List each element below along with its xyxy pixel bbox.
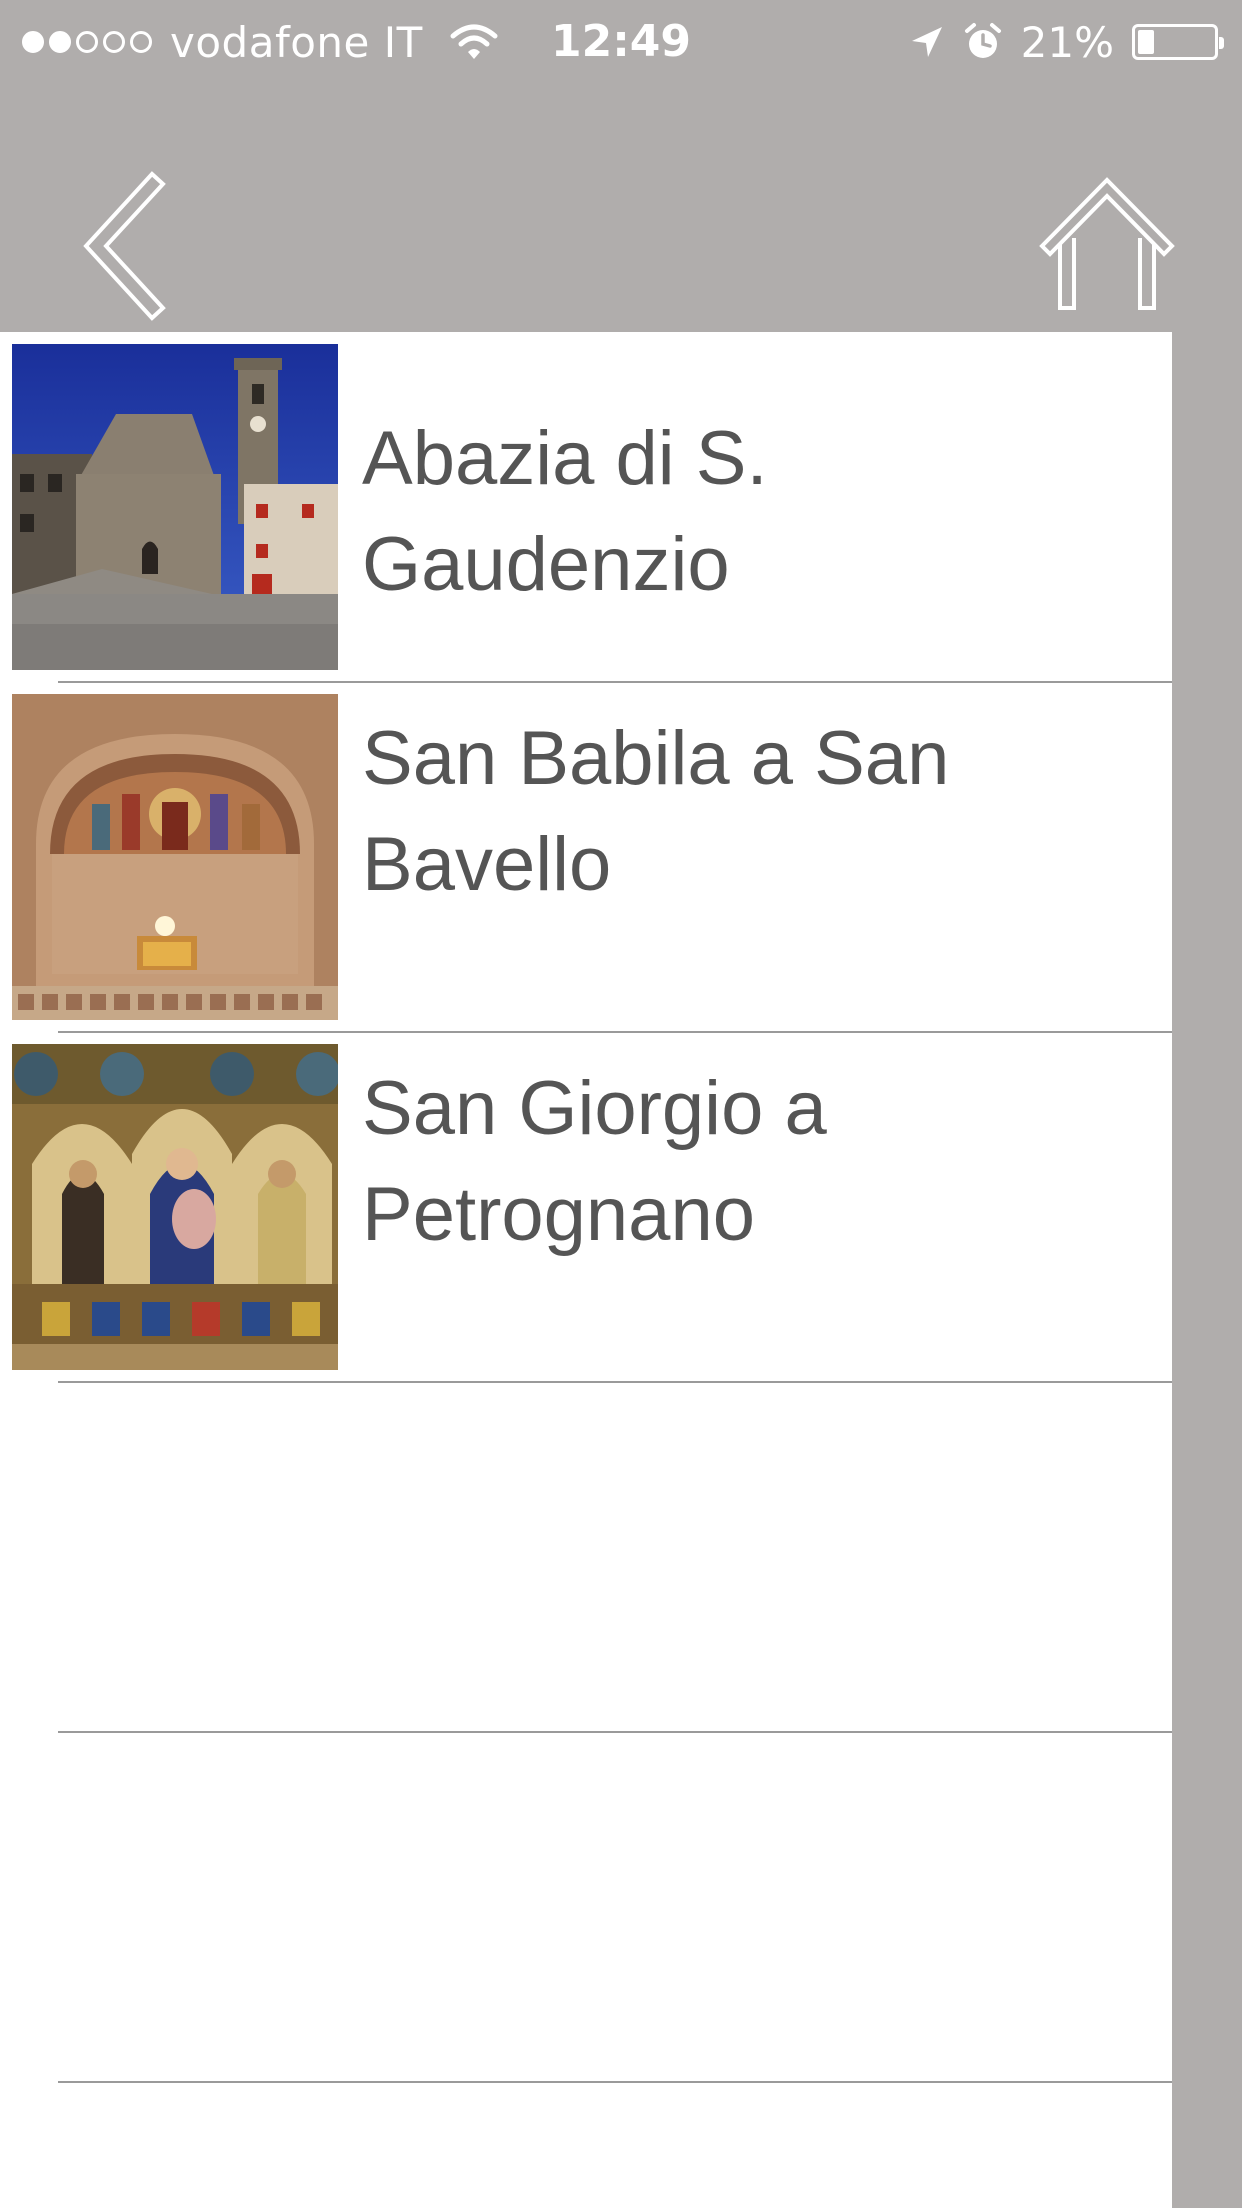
battery-level-fill xyxy=(1138,30,1154,54)
signal-dot xyxy=(130,31,152,53)
status-left: vodafone IT xyxy=(22,14,499,70)
list-item[interactable]: Abazia di S. Gaudenzio xyxy=(0,332,1172,682)
signal-dot xyxy=(76,31,98,53)
list-item-title: San Babila a San Bavello xyxy=(362,716,950,907)
alarm-clock-icon xyxy=(964,23,1001,58)
altarpiece-painting-photo xyxy=(12,1044,338,1370)
back-button[interactable] xyxy=(70,164,190,324)
list-item[interactable]: San Babila a San Bavello xyxy=(0,682,1172,1032)
abbey-church-photo xyxy=(12,344,338,670)
row-separator xyxy=(58,1381,1172,1383)
battery-percent: 21% xyxy=(1020,17,1114,67)
list-item[interactable]: San Giorgio a Petrognano xyxy=(0,1032,1172,1382)
row-separator xyxy=(58,2081,1172,2083)
home-icon xyxy=(1039,177,1175,310)
status-bar: vodafone IT 12:49 21% xyxy=(0,0,1242,84)
location-arrow-icon xyxy=(911,27,942,57)
wifi-icon xyxy=(450,24,498,59)
signal-dot xyxy=(103,31,125,53)
row-separator xyxy=(58,1731,1172,1733)
battery-icon xyxy=(1132,24,1224,60)
signal-dot xyxy=(22,31,44,53)
status-right: 21% xyxy=(909,14,1224,70)
navigation-bar xyxy=(0,84,1242,332)
battery-tip xyxy=(1219,37,1224,49)
fresco-apse-photo xyxy=(12,694,338,1020)
list-item-title: San Giorgio a Petrognano xyxy=(362,1066,827,1257)
places-list: Abazia di S. Gaudenzio San Babila a San … xyxy=(0,332,1172,2208)
carrier-name: vodafone IT xyxy=(170,17,423,67)
signal-dots-icon xyxy=(22,31,152,53)
list-item-title: Abazia di S. Gaudenzio xyxy=(362,416,768,607)
home-button[interactable] xyxy=(1032,174,1182,314)
signal-dot xyxy=(49,31,71,53)
chevron-left-icon xyxy=(83,171,166,321)
